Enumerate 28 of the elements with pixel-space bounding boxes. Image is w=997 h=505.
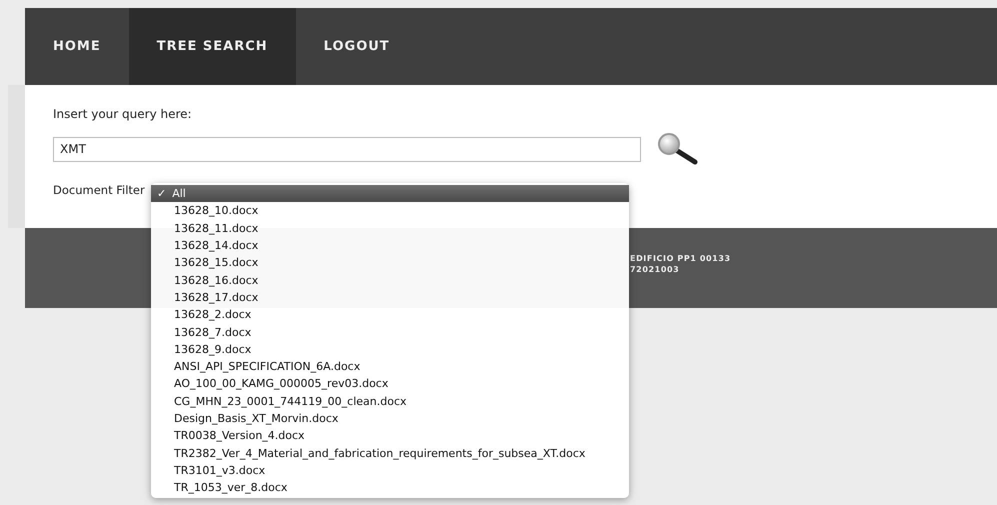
dropdown-option[interactable]: Design_Basis_XT_Morvin.docx <box>151 410 629 428</box>
query-label: Insert your query here: <box>53 107 192 121</box>
check-mark: ✓ <box>157 187 166 200</box>
dropdown-option[interactable]: TR3101_v3.docx <box>151 462 629 480</box>
dropdown-option[interactable]: 13628_7.docx <box>151 323 629 341</box>
dropdown-option[interactable]: TR0038_Version_4.docx <box>151 427 629 444</box>
dropdown-option[interactable]: 13628_9.docx <box>151 340 629 358</box>
dropdown-option[interactable]: TR_1053_ver_8.docx <box>151 479 629 496</box>
dropdown-option[interactable]: 13628_16.docx <box>151 271 629 289</box>
dropdown-option[interactable]: 13628_17.docx <box>151 288 629 306</box>
search-icon[interactable] <box>655 133 699 165</box>
nav-link[interactable]: LOGOUT <box>296 8 418 85</box>
footer-text: EDIFICIO PP1 00133 <box>630 254 732 263</box>
query-field[interactable]: XMT <box>53 136 641 162</box>
dropdown-option[interactable]: AO_100_00_KAMG_000005_rev03.docx <box>151 375 629 393</box>
nav-link[interactable]: TREE SEARCH <box>128 8 296 85</box>
footer-text: 72021003 <box>630 265 680 274</box>
dropdown-option[interactable]: 13628_10.docx <box>151 202 629 220</box>
dropdown-option[interactable]: CG_MHN_23_0001_744119_00_clean.docx <box>151 392 629 410</box>
dropdown-option[interactable]: 13628_11.docx <box>151 220 629 237</box>
nav-link[interactable]: HOME <box>25 8 129 85</box>
dropdown-option[interactable]: ANSI_API_SPECIFICATION_6A.docx <box>151 358 629 376</box>
dropdown-option[interactable]: ✓ All <box>151 185 629 202</box>
dropdown-option[interactable]: TR2382_Ver_4_Material_and_fabrication_requirements_for_subsea_XT.docx <box>151 444 629 462</box>
dropdown-option[interactable]: 13628_2.docx <box>151 306 629 324</box>
dropdown-option[interactable]: 13628_15.docx <box>151 254 629 272</box>
filter-label: Document Filter <box>53 183 145 197</box>
dropdown-option[interactable]: 13628_14.docx <box>151 236 629 254</box>
